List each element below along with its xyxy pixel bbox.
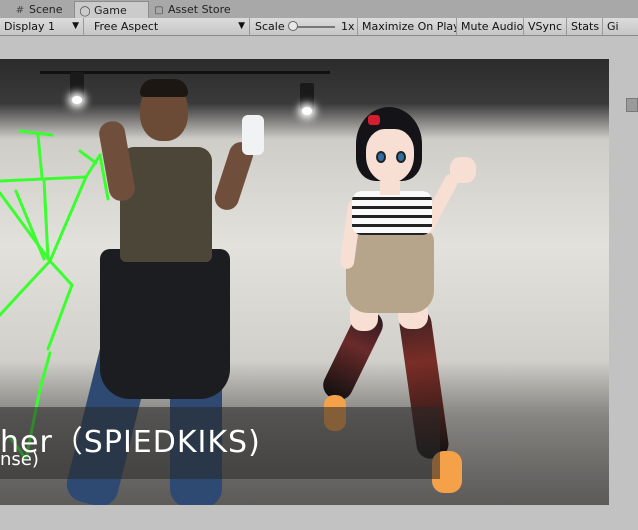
avatar-overalls (346, 229, 434, 313)
vsync-toggle[interactable]: VSync (524, 18, 567, 35)
avatar-eye (376, 151, 386, 163)
game-view-toolbar: Display 1 ▼ Free Aspect ▼ Scale 1x Maxim… (0, 18, 638, 36)
editor-bottom-area (0, 505, 638, 530)
game-viewport[interactable]: her（SPIEDKIKS) nse) (0, 59, 609, 505)
tab-game-label: Game (94, 4, 127, 17)
scale-value: 1x (341, 20, 355, 33)
tab-scene-label: Scene (29, 3, 63, 16)
scale-slider-handle[interactable] (288, 21, 298, 31)
avatar-face (366, 129, 414, 183)
scene-icon: # (15, 5, 25, 16)
avatar-striped-shirt (352, 191, 432, 235)
maximize-on-play-toggle[interactable]: Maximize On Play (358, 18, 457, 35)
scale-control: Scale 1x (251, 18, 358, 35)
spotlight (300, 83, 314, 115)
stats-toggle[interactable]: Stats (567, 18, 603, 35)
tab-scene[interactable]: # Scene (10, 1, 74, 18)
avatar-eye (396, 151, 406, 163)
avatar-neck (380, 181, 400, 195)
aspect-dropdown[interactable]: Free Aspect ▼ (90, 18, 250, 35)
tab-game[interactable]: ◯ Game (74, 1, 149, 18)
scale-label: Scale (255, 20, 285, 33)
performer-hair (140, 79, 188, 97)
avatar-hair-bow (368, 115, 380, 125)
caption-title: her（SPIEDKIKS) (0, 425, 261, 460)
caption-subtitle: nse) (0, 449, 39, 470)
tab-asset-store[interactable]: ▢ Asset Store (149, 1, 249, 18)
mute-audio-toggle[interactable]: Mute Audio (457, 18, 524, 35)
display-dropdown[interactable]: Display 1 ▼ (0, 18, 84, 35)
dropdown-arrow-icon: ▼ (238, 21, 245, 31)
gizmos-toggle[interactable]: Gi (603, 18, 638, 35)
aspect-dropdown-label: Free Aspect (94, 20, 159, 33)
asset-store-icon: ▢ (154, 5, 164, 16)
display-dropdown-label: Display 1 (4, 20, 56, 33)
tab-asset-store-label: Asset Store (168, 3, 231, 16)
dropdown-arrow-icon: ▼ (72, 21, 79, 31)
avatar-hand (450, 157, 476, 183)
spray-bottle (242, 115, 264, 155)
editor-tab-strip: # Scene ◯ Game ▢ Asset Store (0, 0, 638, 19)
scrollbar-handle[interactable] (626, 98, 638, 112)
